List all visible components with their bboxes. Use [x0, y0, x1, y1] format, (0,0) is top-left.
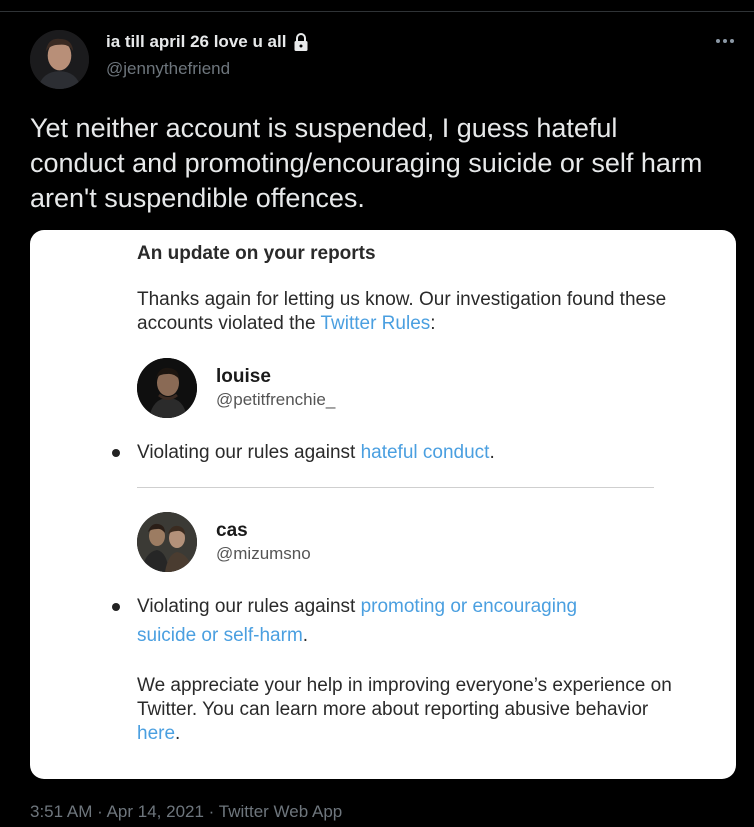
- attached-screenshot[interactable]: An update on your reports Thanks again f…: [30, 230, 736, 779]
- intro-end: :: [430, 313, 436, 334]
- tweet-source[interactable]: Twitter Web App: [219, 802, 342, 821]
- violation-suffix: .: [489, 442, 495, 463]
- account-handle: @petitfrenchie_: [216, 390, 336, 409]
- tweet-date[interactable]: Apr 14, 2021: [107, 802, 204, 821]
- account-handle: @mizumsno: [216, 544, 311, 563]
- tweet-text: Yet neither account is suspended, I gues…: [30, 113, 703, 213]
- violation-link: hateful conduct: [360, 442, 490, 463]
- tweet-metadata: 3:51 AM · Apr 14, 2021 · Twitter Web App: [30, 802, 342, 822]
- card-intro: Thanks again for letting us know. Our in…: [137, 288, 677, 336]
- footer-end: .: [175, 723, 181, 744]
- meta-separator: ·: [97, 802, 103, 821]
- violation-line: Violating our rules against hateful cond…: [137, 438, 657, 467]
- footer-text: We appreciate your help in improving eve…: [137, 675, 672, 720]
- bullet-marker: [112, 603, 120, 611]
- card-footer: We appreciate your help in improving eve…: [137, 674, 677, 746]
- author-display-name[interactable]: ia till april 26 love u all: [106, 32, 310, 52]
- violation-prefix: Violating our rules against: [137, 442, 361, 463]
- twitter-rules-link: Twitter Rules: [320, 313, 431, 334]
- lock-icon: [292, 32, 310, 52]
- bullet-marker: [112, 449, 120, 457]
- display-name-text: ia till april 26 love u all: [106, 32, 287, 51]
- author-avatar[interactable]: [30, 30, 89, 89]
- violation-prefix: Violating our rules against: [137, 596, 361, 617]
- account-name: cas: [216, 520, 248, 541]
- card-title: An update on your reports: [137, 243, 376, 264]
- account-avatar-cas: [137, 512, 197, 572]
- meta-separator: ·: [208, 802, 215, 821]
- tweet-time[interactable]: 3:51 AM: [30, 802, 92, 821]
- here-link: here: [137, 723, 176, 744]
- more-options-icon[interactable]: [714, 34, 736, 48]
- account-avatar-louise: [137, 358, 197, 418]
- author-handle[interactable]: @jennythefriend: [106, 59, 230, 79]
- top-divider: [0, 11, 754, 12]
- account-divider: [137, 487, 654, 488]
- account-name: louise: [216, 366, 271, 387]
- violation-line: Violating our rules against promoting or…: [137, 592, 617, 650]
- violation-suffix: .: [302, 625, 309, 646]
